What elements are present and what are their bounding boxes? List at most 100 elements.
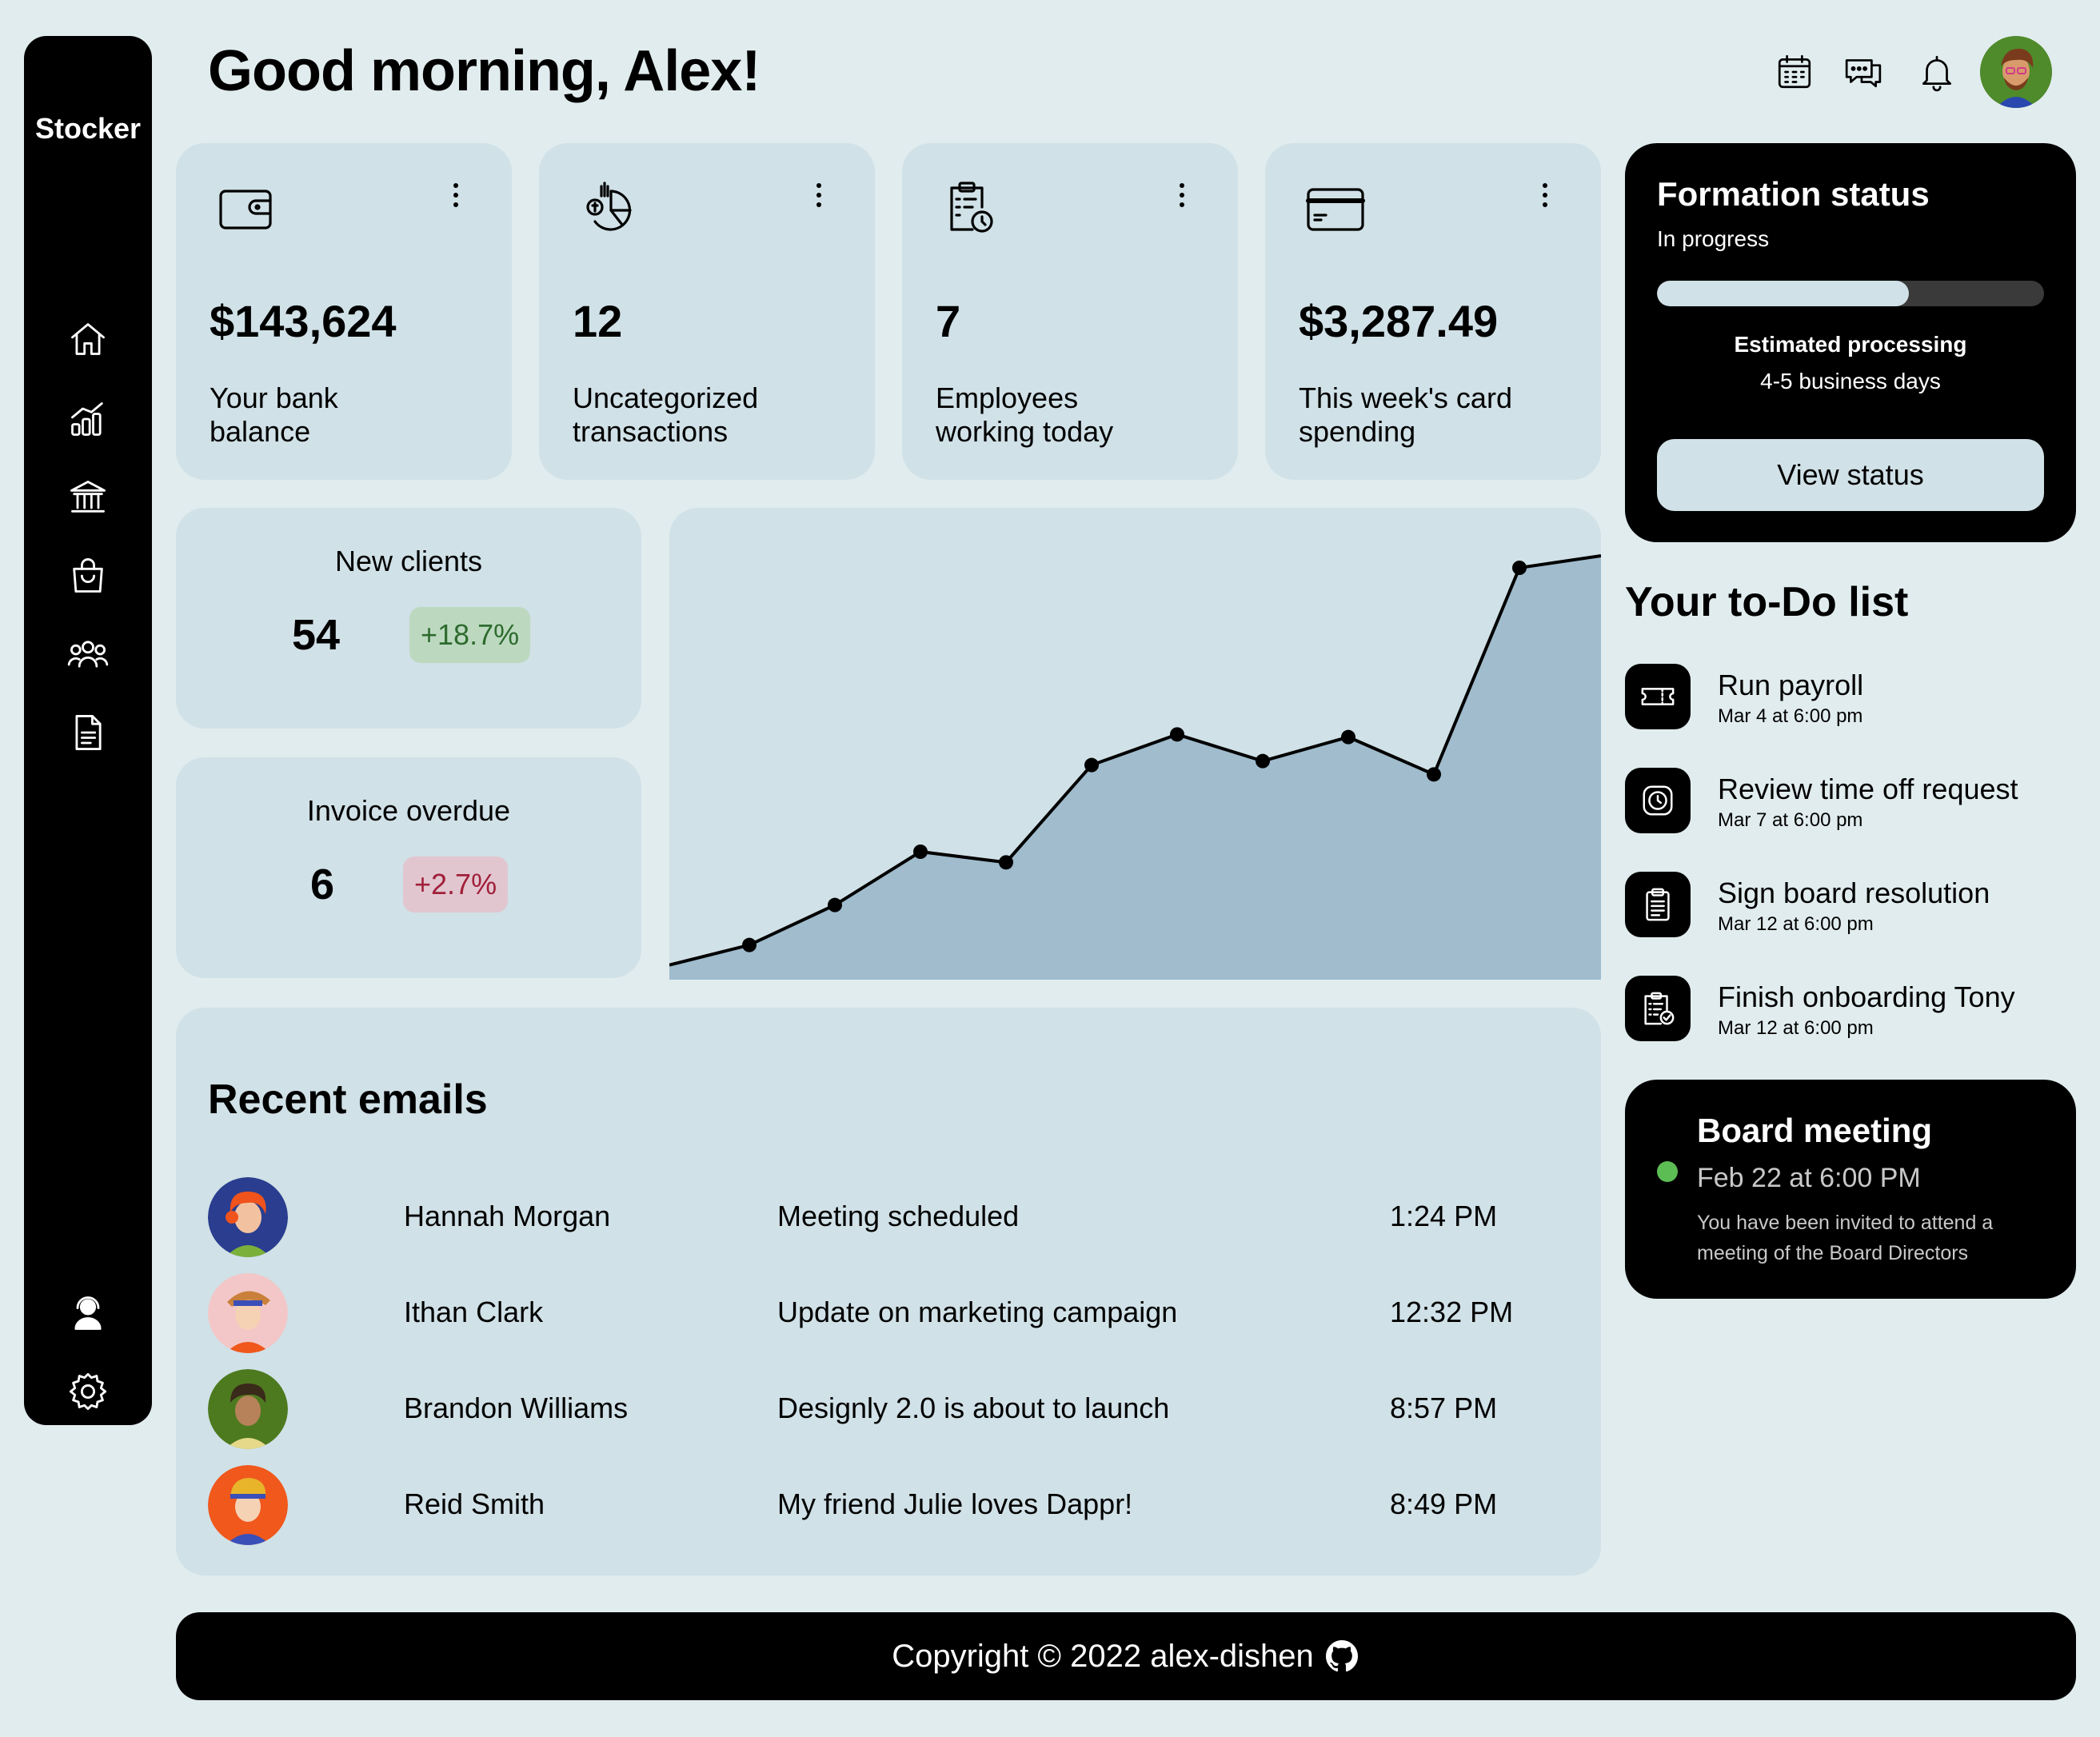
- todo-name: Run payroll: [1718, 669, 1864, 701]
- email-subject: Designly 2.0 is about to launch: [777, 1392, 1170, 1424]
- card-menu-button[interactable]: [809, 180, 828, 212]
- sender-name: Brandon Williams: [404, 1392, 629, 1424]
- card-menu-button[interactable]: [1535, 180, 1555, 212]
- sender-avatar: [208, 1369, 288, 1449]
- change-badge-positive: +18.7%: [409, 607, 531, 663]
- bell-icon[interactable]: [1914, 50, 1959, 94]
- progress-fill: [1657, 281, 1909, 306]
- chart-point[interactable]: [1427, 767, 1441, 782]
- invoice-overdue-card[interactable]: Invoice overdue 6 +2.7%: [176, 757, 641, 978]
- board-meeting-card[interactable]: Board meeting Feb 22 at 6:00 PM You have…: [1625, 1080, 2076, 1299]
- calendar-icon[interactable]: [1772, 50, 1817, 94]
- email-row[interactable]: Hannah Morgan Meeting scheduled 1:24 PM: [208, 1177, 1567, 1257]
- area-chart-card: [669, 508, 1601, 980]
- stat-value: 7: [936, 296, 961, 346]
- event-date: Feb 22 at 6:00 PM: [1697, 1163, 1921, 1193]
- todo-name: Review time off request: [1718, 773, 2018, 805]
- email-row[interactable]: Ithan Clark Update on marketing campaign…: [208, 1273, 1567, 1353]
- email-row[interactable]: Reid Smith My friend Julie loves Dappr! …: [208, 1465, 1567, 1545]
- team-icon[interactable]: [66, 633, 110, 676]
- stat-value: $143,624: [210, 296, 397, 346]
- view-status-button[interactable]: View status: [1657, 439, 2044, 511]
- sender-name: Hannah Morgan: [404, 1200, 611, 1232]
- card-title: Formation status: [1657, 175, 1930, 213]
- clock-icon: [1625, 768, 1691, 833]
- credit-card-icon: [1304, 177, 1367, 241]
- sender-name: Reid Smith: [404, 1487, 545, 1520]
- section-title: Recent emails: [208, 1076, 488, 1123]
- email-row[interactable]: Brandon Williams Designly 2.0 is about t…: [208, 1369, 1567, 1449]
- recent-emails-card: Recent emails Hannah Morgan Meeting sche…: [176, 1008, 1601, 1575]
- document-icon[interactable]: [66, 711, 110, 754]
- sender-avatar: [208, 1465, 288, 1545]
- metric-title: Invoice overdue: [306, 794, 511, 827]
- stat-card-uncategorized[interactable]: 12 Uncategorized transactions: [539, 143, 875, 480]
- estimate-label: Estimated processing: [1734, 332, 1967, 357]
- github-icon[interactable]: [1323, 1638, 1360, 1675]
- card-menu-button[interactable]: [446, 180, 465, 212]
- clipboard-clock-icon: [940, 177, 1004, 241]
- event-description: You have been invited to attend a meetin…: [1697, 1212, 1994, 1264]
- metric-value: 6: [310, 861, 335, 908]
- status-text: In progress: [1657, 226, 1770, 251]
- stat-label: This week's card spending: [1299, 381, 1512, 448]
- todo-item[interactable]: Run payroll Mar 4 at 6:00 pm: [1625, 664, 2076, 731]
- stat-card-card-spending[interactable]: $3,287.49 This week's card spending: [1265, 143, 1601, 480]
- bank-icon[interactable]: [66, 476, 110, 519]
- sender-name: Ithan Clark: [404, 1296, 544, 1328]
- todo-name: Sign board resolution: [1718, 876, 1990, 909]
- stat-label: Uncategorized transactions: [573, 381, 759, 448]
- status-dot: [1657, 1161, 1678, 1182]
- stat-card-bank-balance[interactable]: $143,624 Your bank balance: [176, 143, 512, 480]
- sender-avatar: [208, 1177, 288, 1257]
- todo-item[interactable]: Review time off request Mar 7 at 6:00 pm: [1625, 768, 2076, 835]
- footer: Copyright © 2022 alex-dishen: [176, 1612, 2076, 1700]
- chart-point[interactable]: [1170, 727, 1184, 742]
- card-menu-button[interactable]: [1172, 180, 1192, 212]
- shopping-bag-icon[interactable]: [66, 554, 110, 597]
- todo-item[interactable]: Finish onboarding Tony Mar 12 at 6:00 pm: [1625, 976, 2076, 1043]
- ticket-icon: [1625, 664, 1691, 729]
- checklist-icon: [1625, 976, 1691, 1041]
- email-subject: My friend Julie loves Dappr!: [777, 1487, 1133, 1520]
- stat-value: 12: [573, 296, 623, 346]
- email-subject: Meeting scheduled: [777, 1200, 1020, 1232]
- stat-label: Employees working today: [936, 381, 1114, 448]
- email-time: 8:49 PM: [1390, 1487, 1498, 1520]
- stat-label: Your bank balance: [210, 381, 338, 448]
- chat-icon[interactable]: [1841, 50, 1886, 94]
- copyright-text: Copyright © 2022 alex-dishen: [892, 1638, 1314, 1674]
- chart-point[interactable]: [742, 937, 757, 952]
- user-avatar[interactable]: [1980, 36, 2052, 108]
- todo-item[interactable]: Sign board resolution Mar 12 at 6:00 pm: [1625, 872, 2076, 939]
- new-clients-card[interactable]: New clients 54 +18.7%: [176, 508, 641, 729]
- chart-point[interactable]: [1084, 757, 1099, 773]
- support-agent-icon[interactable]: [66, 1292, 110, 1335]
- sidebar: Stocker: [24, 36, 152, 1425]
- analytics-icon[interactable]: [66, 397, 110, 441]
- brand-logo[interactable]: Stocker: [24, 112, 152, 146]
- todo-date: Mar 7 at 6:00 pm: [1718, 809, 1863, 831]
- email-time: 1:24 PM: [1390, 1200, 1498, 1232]
- stat-card-employees[interactable]: 7 Employees working today: [902, 143, 1238, 480]
- area-chart: [669, 554, 1601, 980]
- chart-point[interactable]: [1512, 561, 1527, 575]
- pie-chart-icon: [577, 177, 641, 241]
- change-badge-negative: +2.7%: [403, 857, 509, 912]
- chart-point[interactable]: [1256, 753, 1270, 769]
- chart-point[interactable]: [1341, 729, 1355, 745]
- todo-name: Finish onboarding Tony: [1718, 980, 2015, 1013]
- todo-title: Your to-Do list: [1625, 579, 1909, 625]
- todo-date: Mar 12 at 6:00 pm: [1718, 1017, 1874, 1039]
- settings-icon[interactable]: [66, 1370, 110, 1413]
- home-icon[interactable]: [66, 317, 110, 361]
- estimate-value: 4-5 business days: [1760, 369, 1941, 393]
- sender-avatar: [208, 1273, 288, 1353]
- todo-date: Mar 12 at 6:00 pm: [1718, 913, 1874, 935]
- chart-point[interactable]: [913, 845, 928, 859]
- chart-point[interactable]: [828, 897, 842, 912]
- stat-value: $3,287.49: [1299, 296, 1499, 346]
- clipboard-icon: [1625, 872, 1691, 937]
- chart-point[interactable]: [999, 855, 1013, 870]
- formation-status-card: Formation status In progress Estimated p…: [1625, 143, 2076, 542]
